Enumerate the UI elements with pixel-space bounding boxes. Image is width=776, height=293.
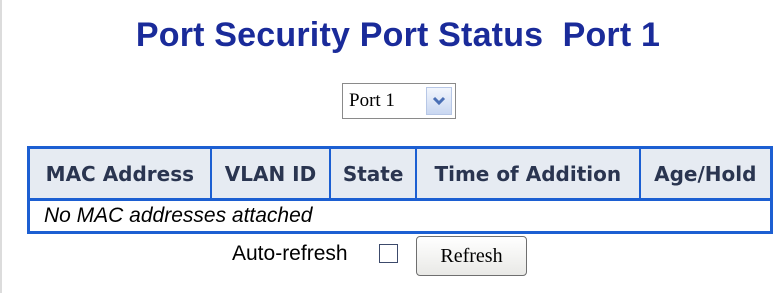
port-select-arrow-button[interactable] [426,87,452,115]
empty-table-message: No MAC addresses attached [28,199,772,233]
auto-refresh-checkbox[interactable] [379,244,398,263]
port-select-value: Port 1 [349,90,395,111]
refresh-button[interactable]: Refresh [416,236,527,276]
table-header-row: MAC Address VLAN ID State Time of Additi… [28,147,772,200]
port-status-table: MAC Address VLAN ID State Time of Additi… [27,146,773,234]
column-header-vlan-id: VLAN ID [209,147,331,200]
column-header-age-hold: Age/Hold [638,147,772,200]
refresh-controls: Auto-refresh Refresh [0,232,776,276]
page-title: Port Security Port Status Port 1 [135,16,661,54]
auto-refresh-label: Auto-refresh [232,242,348,265]
table-row: No MAC addresses attached [28,199,772,233]
column-header-mac-address: MAC Address [28,147,211,200]
chevron-down-icon [432,96,446,106]
column-header-time-of-addition: Time of Addition [415,147,640,200]
port-select[interactable]: Port 1 [342,83,456,119]
column-header-state: State [329,147,417,200]
